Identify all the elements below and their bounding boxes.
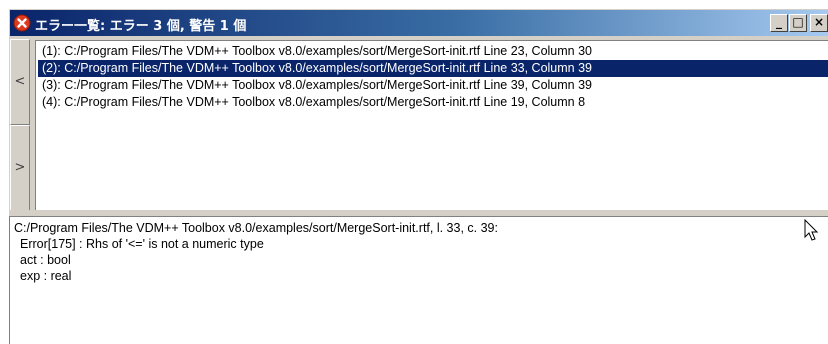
previous-error-button[interactable]: < [10, 39, 30, 125]
error-list-item-selected[interactable]: (2): C:/Program Files/The VDM++ Toolbox … [38, 60, 828, 77]
error-list-window: エラー一覧: エラー 3 個, 警告 1 個 _ □ × < > (1): C:… [8, 8, 828, 344]
window-title: エラー一覧: エラー 3 個, 警告 1 個 [35, 19, 247, 34]
navigation-panel: < > [9, 39, 35, 213]
error-detail-pane[interactable]: C:/Program Files/The VDM++ Toolbox v8.0/… [9, 216, 828, 344]
error-circle-icon [13, 14, 31, 32]
error-list-item[interactable]: (1): C:/Program Files/The VDM++ Toolbox … [40, 43, 594, 60]
next-error-button[interactable]: > [10, 125, 30, 211]
error-list[interactable]: (1): C:/Program Files/The VDM++ Toolbox … [35, 40, 828, 210]
title-bar[interactable]: エラー一覧: エラー 3 個, 警告 1 個 _ □ × [10, 10, 828, 36]
minimize-button[interactable]: _ [770, 14, 788, 32]
detail-location: C:/Program Files/The VDM++ Toolbox v8.0/… [14, 221, 498, 235]
close-button[interactable]: × [810, 14, 828, 32]
detail-message: Error[175] : Rhs of '<=' is not a numeri… [20, 237, 264, 251]
maximize-button[interactable]: □ [789, 14, 807, 32]
mouse-pointer-icon [804, 219, 819, 241]
error-list-item[interactable]: (3): C:/Program Files/The VDM++ Toolbox … [40, 77, 594, 94]
error-list-item[interactable]: (4): C:/Program Files/The VDM++ Toolbox … [40, 94, 587, 111]
detail-expected-type: exp : real [20, 269, 72, 283]
detail-actual-type: act : bool [20, 253, 71, 267]
